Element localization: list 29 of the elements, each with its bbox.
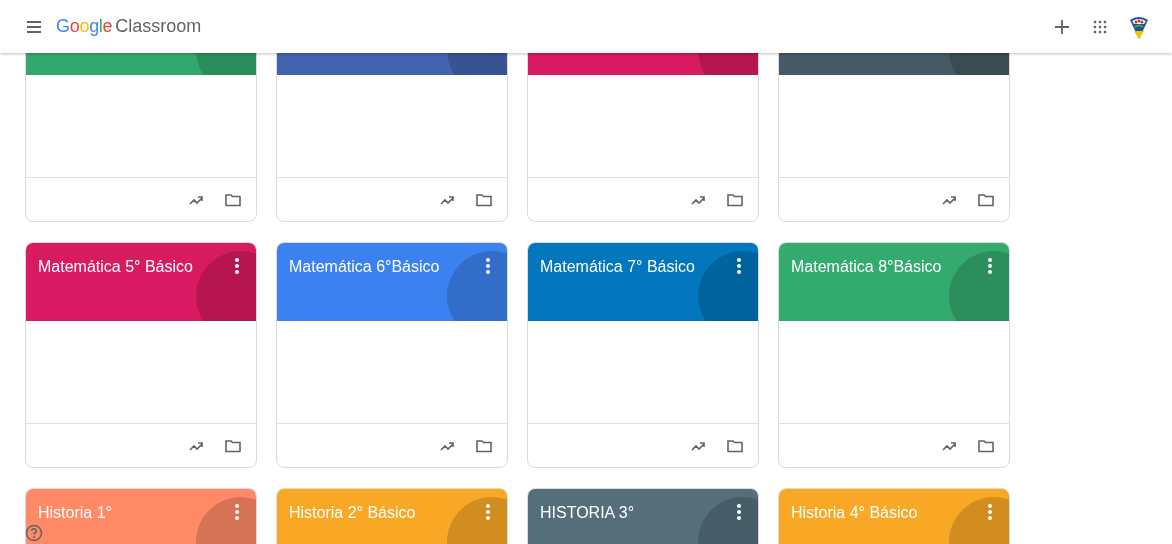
- more-icon[interactable]: [736, 503, 742, 521]
- course-card[interactable]: [25, 53, 257, 222]
- course-card[interactable]: [778, 53, 1010, 222]
- course-card[interactable]: [527, 53, 759, 222]
- course-card[interactable]: Matemática 7° Básico: [527, 242, 759, 468]
- more-icon[interactable]: [234, 503, 240, 521]
- course-title[interactable]: Matemática 5° Básico: [38, 258, 193, 276]
- course-title[interactable]: Matemática 7° Básico: [540, 258, 695, 276]
- course-card[interactable]: HISTORIA 3°: [527, 488, 759, 544]
- course-card[interactable]: Historia 1°: [25, 488, 257, 544]
- course-title[interactable]: Historia 1°: [38, 504, 112, 522]
- google-logo: Google: [56, 16, 113, 37]
- product-name: Classroom: [115, 16, 202, 37]
- course-title[interactable]: Matemática 6°Básico: [289, 258, 440, 276]
- course-card[interactable]: [276, 53, 508, 222]
- course-card[interactable]: Historia 2° Básico: [276, 488, 508, 544]
- course-title[interactable]: HISTORIA 3°: [540, 504, 635, 522]
- course-card[interactable]: Historia 4° Básico: [778, 488, 1010, 544]
- course-title[interactable]: Matemática 8°Básico: [791, 258, 942, 276]
- more-icon[interactable]: [987, 257, 993, 275]
- help-icon[interactable]: [25, 524, 43, 542]
- more-icon[interactable]: [736, 257, 742, 275]
- course-card[interactable]: Matemática 8°Básico: [778, 242, 1010, 468]
- course-card[interactable]: Matemática 5° Básico: [25, 242, 257, 468]
- course-title[interactable]: Historia 2° Básico: [289, 504, 416, 522]
- course-title[interactable]: Historia 4° Básico: [791, 504, 918, 522]
- more-icon[interactable]: [485, 257, 491, 275]
- course-card[interactable]: Matemática 6°Básico: [276, 242, 508, 468]
- more-icon[interactable]: [234, 257, 240, 275]
